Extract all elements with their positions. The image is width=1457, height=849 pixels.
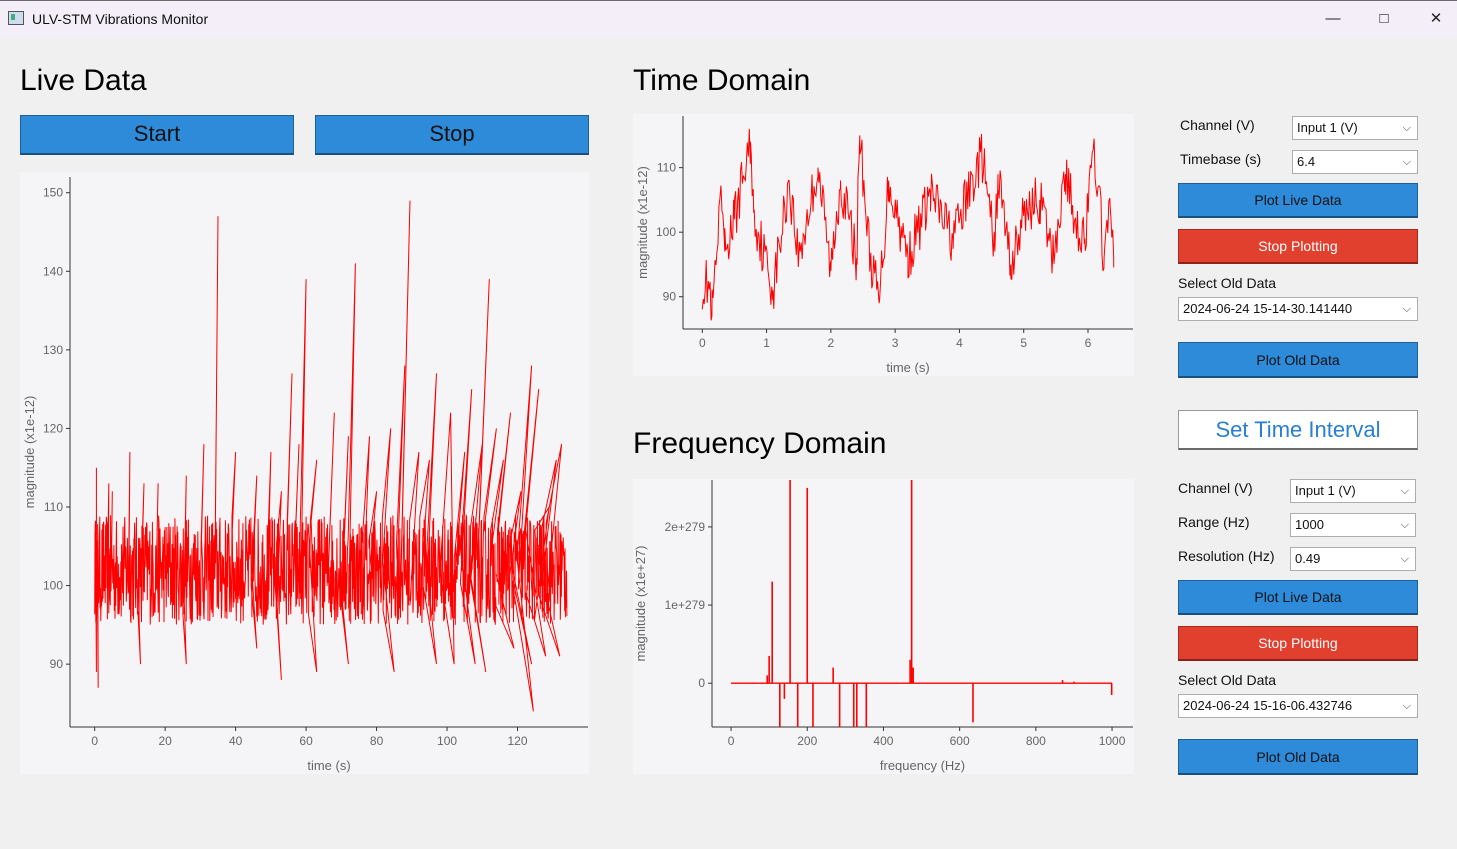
x-tick-label: 0 (728, 734, 735, 748)
x-tick-label: 60 (299, 734, 313, 748)
x-tick-label: 1 (763, 336, 770, 350)
time-domain-plot[interactable]: 0 1 2 3 4 5 6 90 100 110 time (s) magnitude (x1e-12… (633, 114, 1134, 376)
y-tick-label: 90 (50, 657, 64, 671)
y-tick-label: 2e+279 (665, 520, 706, 534)
live-data-plot[interactable]: 0 20 40 60 80 100 120 90 100 110 120 130 140 150 time … (20, 172, 589, 774)
time-domain-chart: 0 1 2 3 4 5 6 90 100 110 time (s) magnitude (x1e-12… (635, 116, 1133, 375)
x-tick-label: 1000 (1099, 734, 1126, 748)
x-axis-label: time (s) (886, 360, 929, 375)
y-tick-label: 140 (43, 264, 63, 278)
freq-plot-live-button[interactable]: Plot Live Data (1178, 580, 1418, 615)
live-data-series-line (94, 200, 568, 712)
chevron-down-icon: ⌵ (1402, 122, 1411, 134)
resolution-select[interactable]: 0.49 ⌵ (1290, 547, 1416, 571)
time-domain-heading: Time Domain (633, 64, 811, 97)
close-button[interactable]: ✕ (1416, 5, 1456, 33)
x-tick-label: 3 (892, 336, 899, 350)
x-axis-label: time (s) (307, 758, 350, 773)
resolution-value: 0.49 (1295, 551, 1321, 566)
window-title: ULV-STM Vibrations Monitor (32, 11, 209, 27)
y-axis-label: magnitude (x1e-12) (22, 396, 37, 509)
y-tick-label: 110 (657, 161, 676, 175)
maximize-button[interactable]: □ (1364, 5, 1404, 33)
freq-channel-select[interactable]: Input 1 (V) ⌵ (1290, 479, 1416, 503)
y-tick-label: 100 (43, 579, 63, 593)
freq-channel-value: Input 1 (V) (1295, 483, 1356, 498)
set-time-interval-button[interactable]: Set Time Interval (1178, 410, 1418, 450)
y-tick-label: 120 (43, 421, 63, 435)
y-tick-label: 0 (698, 676, 705, 690)
freq-select-old-data-label: Select Old Data (1178, 672, 1277, 688)
y-tick-label: 1e+279 (665, 598, 706, 612)
y-tick-label: 150 (43, 186, 63, 200)
y-axis-label: magnitude (x1e-12) (635, 166, 650, 279)
y-tick-label: 130 (43, 343, 63, 357)
timebase-label: Timebase (s) (1180, 151, 1262, 167)
x-tick-label: 2 (828, 336, 835, 350)
x-tick-label: 20 (158, 734, 172, 748)
frequency-domain-plot[interactable]: 0 200 400 600 800 1000 0 1e+279 2e+279 frequency … (633, 479, 1134, 774)
x-tick-label: 600 (950, 734, 970, 748)
window-titlebar: ULV-STM Vibrations Monitor — □ ✕ (0, 0, 1457, 37)
y-tick-label: 100 (656, 225, 676, 239)
time-select-old-data-label: Select Old Data (1178, 275, 1277, 291)
timebase-select[interactable]: 6.4 ⌵ (1292, 150, 1418, 174)
x-tick-label: 100 (437, 734, 457, 748)
freq-stop-plotting-button[interactable]: Stop Plotting (1178, 626, 1418, 661)
x-tick-label: 0 (699, 336, 706, 350)
y-axis-label: magnitude (x1e+27) (633, 546, 648, 662)
range-value: 1000 (1295, 517, 1324, 532)
time-plot-live-button[interactable]: Plot Live Data (1178, 183, 1418, 218)
y-tick-label: 90 (663, 290, 677, 304)
freq-channel-label: Channel (V) (1178, 480, 1253, 496)
x-tick-label: 800 (1026, 734, 1046, 748)
live-data-chart: 0 20 40 60 80 100 120 90 100 110 120 130 140 150 time … (22, 177, 588, 773)
y-tick-label: 110 (44, 500, 63, 514)
chevron-down-icon: ⌵ (1402, 303, 1411, 315)
x-tick-label: 80 (370, 734, 384, 748)
x-tick-label: 6 (1085, 336, 1092, 350)
time-channel-label: Channel (V) (1180, 117, 1255, 133)
app-icon (8, 11, 24, 25)
time-old-data-value: 2024-06-24 15-14-30.141440 (1183, 301, 1353, 316)
start-button[interactable]: Start (20, 115, 294, 155)
range-select[interactable]: 1000 ⌵ (1290, 513, 1416, 537)
x-tick-label: 0 (91, 734, 98, 748)
minimize-button[interactable]: — (1313, 5, 1353, 33)
frequency-domain-heading: Frequency Domain (633, 427, 887, 460)
time-old-data-select[interactable]: 2024-06-24 15-14-30.141440 ⌵ (1178, 297, 1418, 321)
stop-button[interactable]: Stop (315, 115, 589, 155)
live-data-heading: Live Data (20, 64, 147, 97)
resolution-label: Resolution (Hz) (1178, 548, 1275, 564)
chevron-down-icon: ⌵ (1400, 519, 1409, 531)
chevron-down-icon: ⌵ (1400, 553, 1409, 565)
time-domain-series-line (701, 128, 1115, 321)
freq-old-data-select[interactable]: 2024-06-24 15-16-06.432746 ⌵ (1178, 694, 1418, 718)
time-channel-value: Input 1 (V) (1297, 120, 1358, 135)
freq-plot-old-data-button[interactable]: Plot Old Data (1178, 739, 1418, 775)
chevron-down-icon: ⌵ (1400, 485, 1409, 497)
time-plot-old-data-button[interactable]: Plot Old Data (1178, 342, 1418, 378)
range-label: Range (Hz) (1178, 514, 1250, 530)
time-stop-plotting-button[interactable]: Stop Plotting (1178, 229, 1418, 264)
x-tick-label: 200 (797, 734, 817, 748)
x-tick-label: 120 (508, 734, 528, 748)
x-tick-label: 400 (873, 734, 893, 748)
timebase-value: 6.4 (1297, 154, 1316, 169)
frequency-domain-chart: 0 200 400 600 800 1000 0 1e+279 2e+279 frequency … (633, 480, 1133, 773)
time-channel-select[interactable]: Input 1 (V) ⌵ (1292, 116, 1418, 140)
chevron-down-icon: ⌵ (1402, 156, 1411, 168)
freq-old-data-value: 2024-06-24 15-16-06.432746 (1183, 698, 1353, 713)
x-tick-label: 5 (1020, 336, 1027, 350)
x-tick-label: 40 (229, 734, 243, 748)
x-tick-label: 4 (956, 336, 963, 350)
chevron-down-icon: ⌵ (1402, 700, 1411, 712)
x-axis-label: frequency (Hz) (880, 758, 965, 773)
